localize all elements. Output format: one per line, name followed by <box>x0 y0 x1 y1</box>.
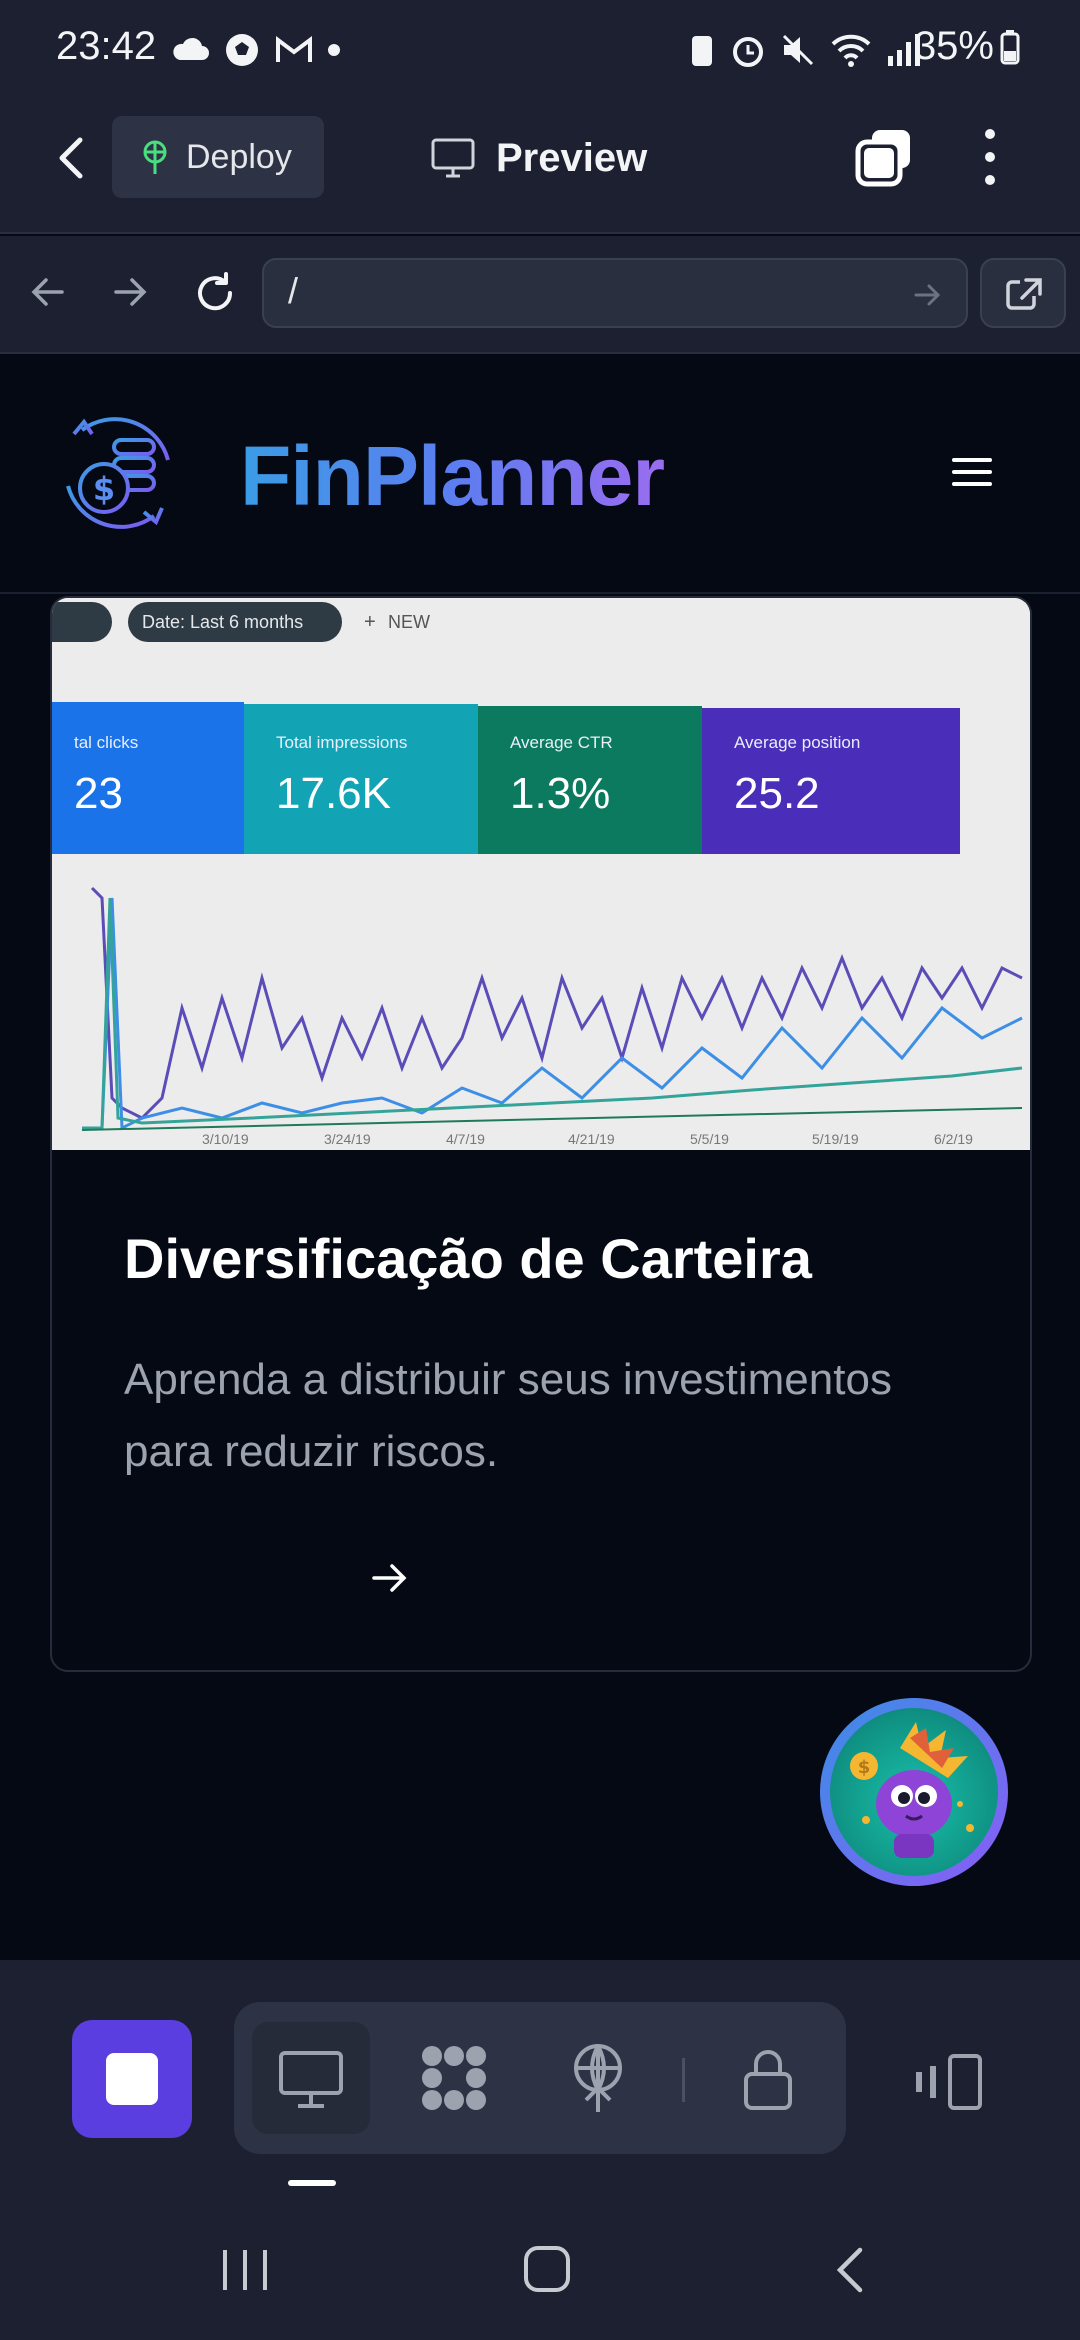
avatar-image: $ <box>830 1708 998 1876</box>
x-tick-label: 3/10/19 <box>202 1131 249 1147</box>
x-tick-label: 5/5/19 <box>690 1131 729 1147</box>
metric-value: 1.3% <box>510 769 610 818</box>
svg-text:+: + <box>364 611 376 633</box>
mute-icon <box>782 34 814 66</box>
stop-button[interactable] <box>72 2020 192 2138</box>
logo-coins-cycle-icon: $ <box>66 417 170 529</box>
x-tick-label: 6/2/19 <box>934 1131 973 1147</box>
tabs-switcher-icon <box>855 130 910 187</box>
more-vert-icon <box>985 129 995 185</box>
preview-label: Preview <box>496 135 648 180</box>
antenna-icon <box>574 2044 622 2112</box>
reload-button[interactable] <box>192 270 238 321</box>
chip-new: NEW <box>388 612 430 632</box>
metric-tile: Total impressions 17.6K <box>244 704 478 854</box>
deploy-tool-button[interactable] <box>566 2040 630 2121</box>
back-button[interactable] <box>52 128 92 188</box>
secrets-button[interactable] <box>742 2046 794 2117</box>
battery-level: 35% <box>914 24 1020 69</box>
hamburger-menu-button[interactable] <box>950 452 994 497</box>
article-description: Aprenda a distribuir seus investimentos … <box>124 1355 892 1476</box>
browser-forward-button[interactable] <box>110 272 150 317</box>
svg-text:$: $ <box>93 470 115 508</box>
url-go-button[interactable] <box>912 280 942 315</box>
url-text: / <box>288 270 299 311</box>
analytics-chart-photo: Date: Last 6 months + NEW tal clicks 23 To… <box>52 598 1030 1150</box>
svg-text:$: $ <box>858 1757 871 1778</box>
toolbar-divider <box>682 2058 685 2102</box>
reload-icon <box>198 272 233 311</box>
deploy-label: Deploy <box>186 137 292 176</box>
assistant-avatar-button[interactable]: $ <box>820 1698 1008 1886</box>
dot-icon <box>328 44 340 56</box>
soccer-ball-icon <box>226 34 258 66</box>
active-tab-indicator <box>288 2180 336 2186</box>
browser-back-button[interactable] <box>28 272 68 317</box>
monitor-icon <box>431 138 475 178</box>
metric-tile: tal clicks 23 <box>52 702 244 854</box>
tabs-button[interactable] <box>854 126 916 188</box>
status-system-icons <box>688 32 920 68</box>
battery-icon <box>1000 29 1020 64</box>
read-more-link[interactable] <box>370 1558 410 1603</box>
chip-date: Date: Last 6 months <box>142 612 303 632</box>
status-time: 23:42 <box>56 24 157 68</box>
gmail-icon <box>276 36 312 62</box>
recents-button[interactable] <box>220 2248 270 2297</box>
metric-value: 23 <box>74 769 123 818</box>
deploy-antenna-icon <box>143 140 167 174</box>
system-back-button[interactable] <box>830 2246 870 2299</box>
article-title: Diversificação de Carteira <box>124 1227 812 1290</box>
battery-percent: 35% <box>913 24 994 68</box>
battery-saver-icon <box>692 36 712 66</box>
metric-label: Total impressions <box>276 733 407 752</box>
more-menu-button[interactable] <box>978 126 1002 188</box>
metric-value: 25.2 <box>734 769 820 818</box>
brand-name[interactable]: FinPlanner <box>240 428 665 525</box>
open-external-button[interactable] <box>980 258 1066 328</box>
finplanner-logo[interactable]: $ <box>52 400 184 549</box>
stop-icon <box>106 2053 158 2105</box>
arrow-left-icon <box>31 278 64 306</box>
desktop-view-button[interactable] <box>278 2050 344 2115</box>
home-icon <box>524 2246 570 2292</box>
go-arrow-icon <box>914 284 941 306</box>
status-notification-icons <box>170 32 340 68</box>
chevron-left-icon <box>59 137 83 179</box>
device-toggle-button[interactable] <box>912 2052 984 2117</box>
monitor-icon <box>279 2051 343 2108</box>
alarm-icon <box>733 37 763 67</box>
arrow-right-icon <box>114 278 147 306</box>
x-tick-label: 4/7/19 <box>446 1131 485 1147</box>
hamburger-icon <box>952 458 992 486</box>
article-card[interactable]: Date: Last 6 months + NEW tal clicks 23 To… <box>50 596 1032 1672</box>
url-field[interactable] <box>262 258 968 328</box>
metric-value: 17.6K <box>276 769 391 818</box>
x-tick-label: 5/19/19 <box>812 1131 859 1147</box>
metric-label: Average position <box>734 733 860 752</box>
purple-monster-mascot-icon: $ <box>850 1722 974 1858</box>
metric-tile: Average CTR 1.3% <box>478 706 702 854</box>
responsive-devices-icon <box>916 2054 982 2110</box>
arrow-right-icon <box>372 1564 407 1592</box>
article-image: Date: Last 6 months + NEW tal clicks 23 To… <box>52 598 1030 1150</box>
preview-tab[interactable]: Preview <box>430 128 647 188</box>
x-tick-label: 3/24/19 <box>324 1131 371 1147</box>
knot-pattern-icon <box>422 2046 486 2110</box>
home-button[interactable] <box>522 2244 572 2299</box>
recents-icon <box>223 2250 267 2290</box>
integrations-button[interactable] <box>416 2040 492 2121</box>
external-link-icon <box>1006 278 1042 310</box>
wifi-icon <box>831 34 871 67</box>
back-chevron-icon <box>836 2247 863 2293</box>
metric-label: tal clicks <box>74 733 138 752</box>
x-tick-label: 4/21/19 <box>568 1131 615 1147</box>
deploy-button[interactable]: Deploy <box>112 116 324 198</box>
lock-icon <box>744 2050 792 2110</box>
cloud-icon <box>173 37 209 60</box>
metric-label: Average CTR <box>510 733 613 752</box>
metric-tile: Average position 25.2 <box>702 708 960 854</box>
